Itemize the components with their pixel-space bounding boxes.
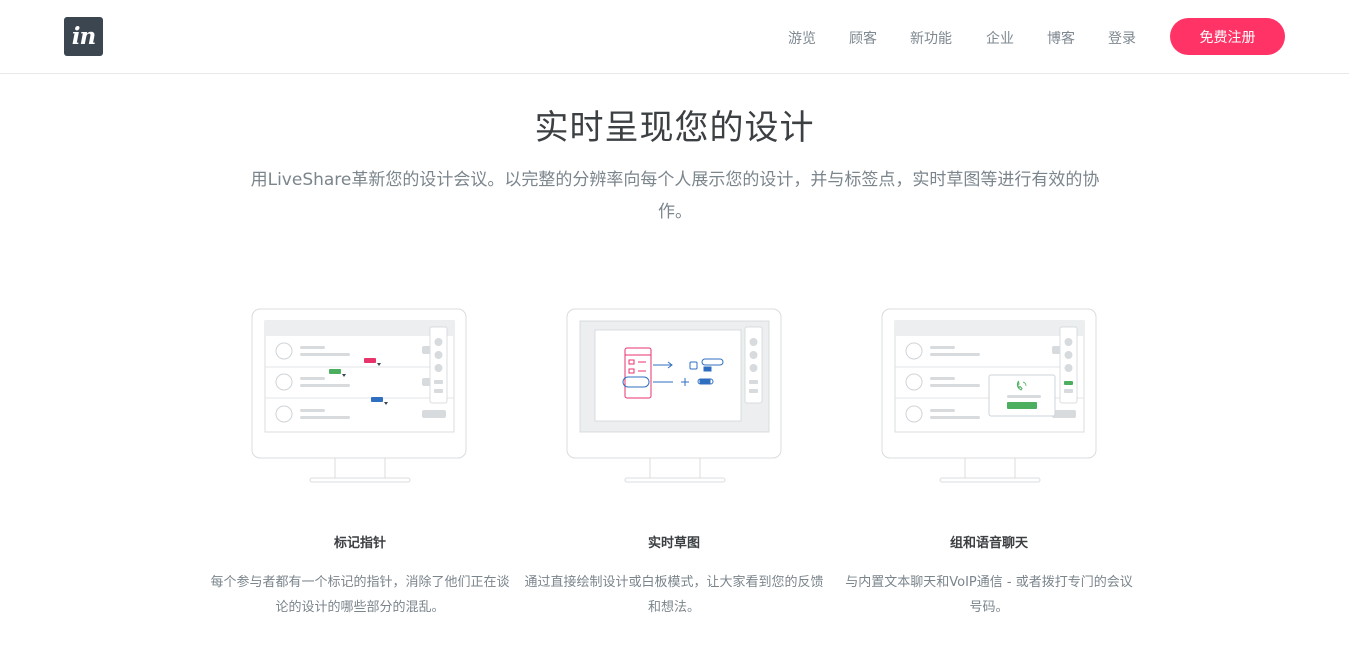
logo-text: in bbox=[71, 23, 96, 50]
feature-description: 每个参与者都有一个标记的指针，消除了他们正在谈论的设计的哪些部分的混乱。 bbox=[210, 575, 510, 615]
voice-chat-illustration bbox=[881, 308, 1097, 483]
hero-subtitle: 用LiveShare革新您的设计会议。以完整的分辨率向每个人展示您的设计，并与标… bbox=[250, 170, 1100, 222]
feature-description: 与内置文本聊天和VoIP通信 - 或者拨打专门的会议号码。 bbox=[845, 575, 1133, 615]
nav-enterprise[interactable]: 企业 bbox=[986, 28, 1014, 48]
nav-customers[interactable]: 顾客 bbox=[849, 28, 877, 48]
nav-new-features[interactable]: 新功能 bbox=[910, 28, 952, 48]
hero-title: 实时呈现您的设计 bbox=[534, 108, 815, 148]
feature-title: 标记指针 bbox=[333, 536, 386, 551]
feature-description: 通过直接绘制设计或白板模式，让大家看到您的反馈和想法。 bbox=[524, 575, 824, 615]
invision-logo[interactable]: in bbox=[64, 17, 103, 56]
feature-title: 组和语音聊天 bbox=[949, 536, 1028, 551]
labeled-pointers-illustration bbox=[251, 308, 467, 483]
nav-login[interactable]: 登录 bbox=[1108, 28, 1136, 48]
site-header: in 游览 顾客 新功能 企业 博客 登录 免费注册 bbox=[0, 0, 1349, 74]
nav-blog[interactable]: 博客 bbox=[1047, 28, 1075, 48]
signup-button[interactable]: 免费注册 bbox=[1170, 18, 1285, 55]
live-sketch-illustration bbox=[566, 308, 782, 483]
feature-title: 实时草图 bbox=[647, 536, 700, 551]
nav-tour[interactable]: 游览 bbox=[788, 28, 816, 48]
